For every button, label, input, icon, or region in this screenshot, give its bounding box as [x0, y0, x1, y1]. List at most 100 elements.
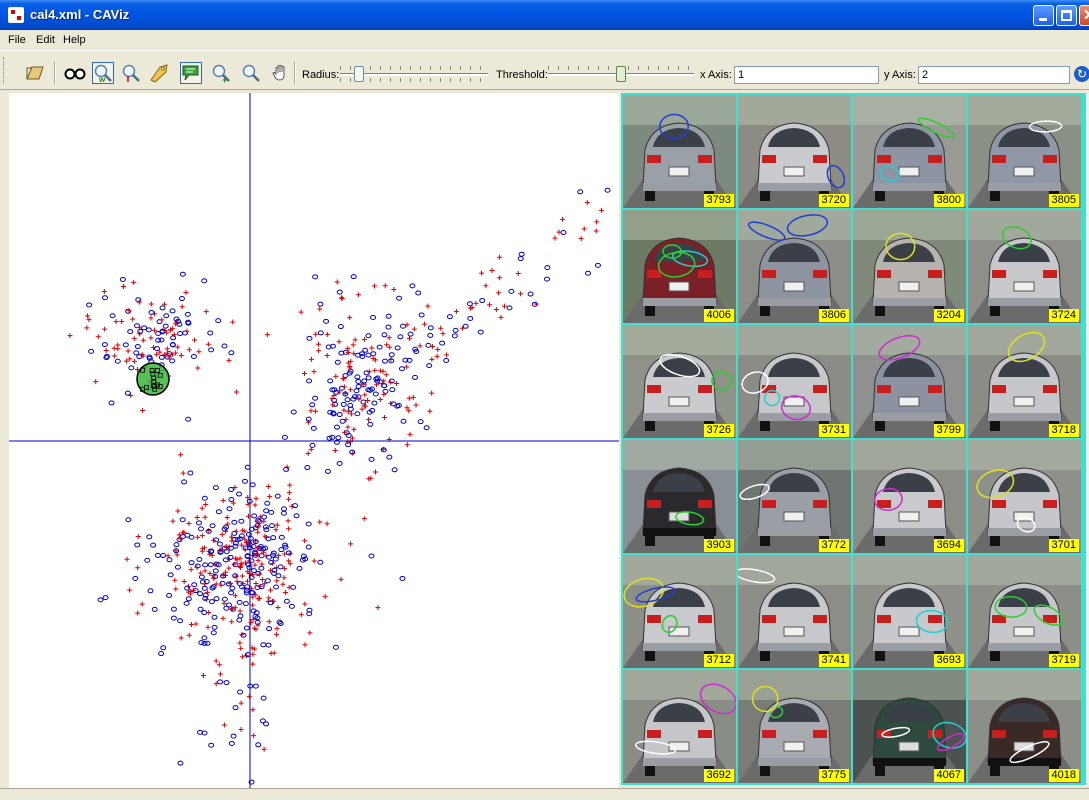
zoom-w-icon[interactable]: w [92, 62, 114, 84]
plus-marker [265, 483, 271, 489]
car-image [623, 210, 736, 323]
menu-bar: File Edit Help [0, 30, 1089, 50]
plus-marker [377, 396, 383, 402]
circle-marker [228, 487, 235, 493]
radius-slider[interactable] [340, 64, 488, 84]
thumbnail-item[interactable]: 4018 [968, 670, 1081, 783]
plus-marker [599, 207, 605, 213]
comment-icon[interactable] [180, 62, 202, 84]
car-image [968, 325, 1081, 438]
thumbnail-item[interactable]: 4067 [853, 670, 966, 783]
thumbnail-item[interactable]: 3806 [738, 210, 851, 323]
thumbnail-item[interactable]: 3694 [853, 440, 966, 553]
thumbnail-item[interactable]: 3903 [623, 440, 736, 553]
radius-slider-thumb[interactable] [353, 66, 364, 82]
plus-marker [298, 309, 304, 315]
thumbnail-item[interactable]: 3692 [623, 670, 736, 783]
tag-icon[interactable] [148, 62, 170, 84]
circle-marker [334, 424, 341, 430]
circle-marker [397, 334, 404, 340]
circle-marker [355, 384, 362, 390]
thumbnail-item[interactable]: 4006 [623, 210, 736, 323]
plus-marker [515, 270, 521, 276]
toolbar-separator [294, 61, 296, 85]
menu-help[interactable]: Help [63, 34, 86, 46]
plus-marker [286, 496, 292, 502]
circle-marker [226, 506, 233, 512]
plus-marker [273, 631, 279, 637]
thumbnail-item[interactable]: 3204 [853, 210, 966, 323]
thumbnail-item[interactable]: 3731 [738, 325, 851, 438]
circle-marker [312, 274, 319, 280]
menu-file[interactable]: File [8, 34, 26, 46]
plus-marker [322, 594, 328, 600]
toolbar: w + Radius: Threshold: x Axis: 1 y Axis:… [0, 50, 1089, 90]
scatter-plot-canvas[interactable] [9, 93, 619, 788]
circle-marker [506, 305, 513, 311]
folder-open-icon[interactable] [24, 62, 46, 84]
zoom-in-icon[interactable]: + [210, 62, 232, 85]
plus-marker [286, 526, 292, 532]
thumbnail-item[interactable]: 3726 [623, 325, 736, 438]
radius-label: Radius: [302, 69, 340, 81]
scatter-plot[interactable] [9, 93, 619, 788]
menu-edit[interactable]: Edit [36, 34, 55, 46]
thumbnail-label: 3805 [1048, 194, 1079, 207]
circle-marker [221, 596, 228, 602]
thumbnail-item[interactable]: 3693 [853, 555, 966, 668]
maximize-button[interactable] [1056, 5, 1077, 26]
circle-marker [332, 644, 339, 650]
x-axis-input[interactable]: 1 [734, 66, 879, 84]
thumbnail-item[interactable]: 3799 [853, 325, 966, 438]
close-button[interactable]: ✕ [1079, 5, 1089, 26]
plus-marker [594, 219, 600, 225]
thumbnail-item[interactable]: 3724 [968, 210, 1081, 323]
circle-marker [242, 601, 249, 607]
plus-marker [204, 596, 210, 602]
plus-marker [264, 332, 270, 338]
glasses-icon[interactable] [64, 62, 86, 84]
thumbnail-item[interactable]: 3800 [853, 95, 966, 208]
thumbnail-item[interactable]: 3712 [623, 555, 736, 668]
plus-marker [131, 358, 137, 364]
circle-marker [134, 344, 141, 350]
thumbnail-item[interactable]: 3741 [738, 555, 851, 668]
circle-marker [151, 606, 158, 612]
y-axis-input[interactable]: 2 [918, 66, 1070, 84]
thumbnail-item[interactable]: 3718 [968, 325, 1081, 438]
circle-marker [296, 565, 303, 571]
circle-marker [417, 419, 424, 425]
plus-marker [252, 502, 258, 508]
refresh-icon[interactable]: ↻ [1074, 66, 1089, 82]
minimize-button[interactable] [1033, 5, 1054, 26]
window-title: cal4.xml - CAViz [30, 7, 130, 22]
circle-marker [312, 395, 319, 401]
threshold-slider-thumb[interactable] [616, 66, 626, 82]
circle-marker [141, 325, 148, 331]
thumbnail-item[interactable]: 3775 [738, 670, 851, 783]
circle-marker [399, 575, 406, 581]
threshold-slider[interactable] [548, 64, 694, 84]
hand-icon[interactable] [270, 62, 292, 84]
circle-marker [368, 553, 375, 559]
thumbnail-item[interactable]: 3793 [623, 95, 736, 208]
thumbnail-item[interactable]: 3720 [738, 95, 851, 208]
circle-marker [97, 597, 104, 603]
thumbnail-label: 3741 [818, 654, 849, 667]
circle-marker [197, 591, 204, 597]
plus-marker [287, 482, 293, 488]
plus-marker [280, 581, 286, 587]
thumbnail-item[interactable]: 3772 [738, 440, 851, 553]
zoom-l-icon[interactable] [120, 62, 142, 84]
plus-marker [178, 353, 184, 359]
plus-marker [148, 301, 154, 307]
plus-marker [352, 337, 358, 343]
circle-marker [477, 329, 484, 335]
zoom-out-icon[interactable] [240, 62, 262, 84]
plus-marker [381, 378, 387, 384]
thumbnail-item[interactable]: 3701 [968, 440, 1081, 553]
circle-marker [527, 291, 534, 297]
thumbnail-item[interactable]: 3805 [968, 95, 1081, 208]
thumbnail-item[interactable]: 3719 [968, 555, 1081, 668]
thumbnail-label: 3731 [818, 424, 849, 437]
